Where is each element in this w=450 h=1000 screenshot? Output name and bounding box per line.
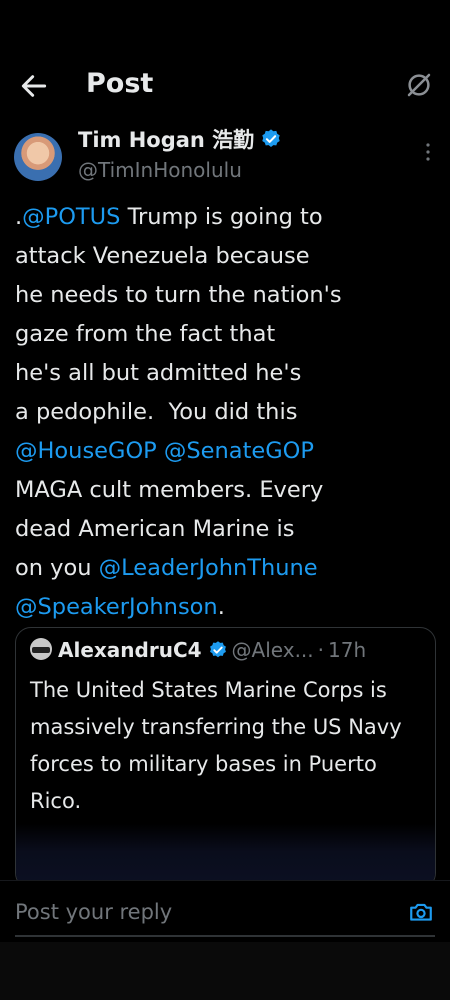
system-nav-bar (0, 942, 450, 1000)
verified-badge-icon (262, 129, 280, 147)
author-handle[interactable]: @TimInHonolulu (78, 158, 242, 182)
mention-link[interactable]: @LeaderJohnThune (99, 555, 318, 581)
quoted-post-header: AlexandruC4 @Alex... · 17h (30, 638, 366, 666)
mention-link[interactable]: @SpeakerJohnson (15, 594, 218, 620)
author-name-row[interactable]: Tim Hogan 浩勤 (78, 124, 282, 154)
reply-bar (0, 880, 450, 943)
reader-mode-off-icon[interactable] (404, 70, 434, 100)
arrow-left-icon[interactable] (18, 70, 50, 102)
post-author: Tim Hogan 浩勤 @TimInHonolulu (0, 118, 450, 188)
post-text-segment (157, 438, 164, 464)
page-title: Post (86, 68, 154, 99)
quoted-time: 17h (328, 638, 367, 662)
author-name[interactable]: Tim Hogan 浩勤 (78, 128, 254, 152)
quoted-post-text: The United States Marine Corps is massiv… (30, 678, 402, 813)
mention-link[interactable]: @POTUS (22, 204, 120, 230)
top-bar: Post (0, 58, 450, 118)
quoted-avatar (30, 638, 52, 660)
post-text-segment: . (217, 594, 225, 620)
quoted-separator: · (317, 638, 325, 662)
quoted-author-name: AlexandruC4 (58, 638, 202, 662)
camera-icon[interactable] (408, 899, 434, 925)
post-text: . @POTUS Trump is going to attack Venezue… (15, 198, 435, 627)
post-text-segment: Trump is going to attack Venezuela becau… (15, 204, 342, 425)
reply-underline (15, 935, 435, 937)
quoted-post[interactable]: AlexandruC4 @Alex... · 17h The United Stat… (15, 627, 436, 889)
quoted-author-handle: @Alex... (231, 638, 314, 662)
more-options-icon[interactable] (420, 140, 436, 164)
verified-badge-icon (209, 641, 226, 658)
avatar[interactable] (14, 133, 62, 181)
mention-link[interactable]: @HouseGOP (15, 438, 157, 464)
mention-link[interactable]: @SenateGOP (164, 438, 314, 464)
reply-input[interactable] (15, 897, 375, 927)
